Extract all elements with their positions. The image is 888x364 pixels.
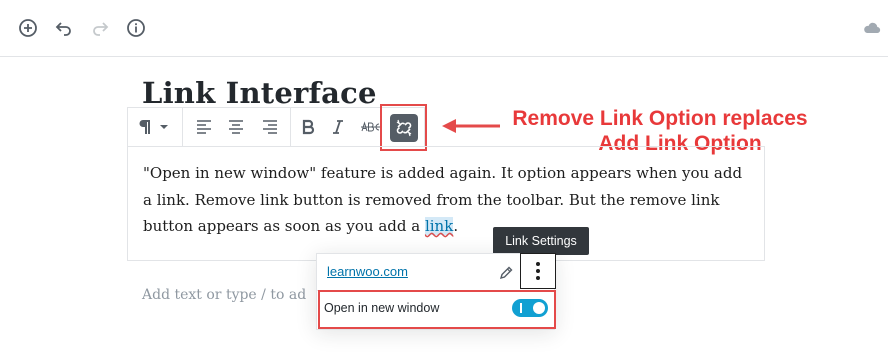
undo-icon[interactable] [52,16,76,40]
toggle-on-mark [520,303,522,313]
toolbar-divider [290,108,291,146]
post-title[interactable]: Link Interface [142,76,377,110]
open-in-new-window-label: Open in new window [324,301,440,315]
align-right-icon [263,120,277,134]
italic-icon [333,120,343,134]
align-center-button[interactable] [224,108,248,146]
annotation-line-1: Remove Link Option replaces [512,107,808,130]
unlink-icon [396,119,412,137]
new-block-placeholder[interactable]: Add text or type / to ad [142,287,306,303]
link-url[interactable]: learnwoo.com [327,264,408,279]
pencil-icon [499,266,513,280]
toolbar-divider [182,108,183,146]
add-block-icon[interactable] [16,16,40,40]
chevron-down-icon [160,125,168,129]
redo-icon[interactable] [88,16,112,40]
bold-icon [302,119,315,135]
editor-top-bar [0,0,888,57]
align-right-button[interactable] [258,108,282,146]
edit-link-button[interactable] [495,262,517,284]
link-settings-tooltip: Link Settings [493,227,589,255]
bold-button[interactable] [296,108,320,146]
toggle-knob [533,302,545,314]
more-vertical-icon [536,262,540,280]
link-settings-button[interactable] [520,253,556,289]
block-type-switcher[interactable] [130,108,178,146]
strikethrough-icon [361,121,381,132]
paragraph-text-after-link: . [453,217,459,235]
align-left-button[interactable] [192,108,216,146]
remove-link-button[interactable] [390,114,418,142]
paragraph-text[interactable]: "Open in new window" feature is added ag… [143,160,751,240]
align-center-icon [229,120,243,134]
cloud-icon [860,16,884,40]
inline-link[interactable]: link [424,217,454,235]
align-left-icon [197,120,211,134]
paragraph-icon [139,120,168,134]
paragraph-block[interactable]: "Open in new window" feature is added ag… [127,146,765,261]
open-in-new-window-toggle[interactable] [512,299,548,317]
info-icon[interactable] [124,16,148,40]
italic-button[interactable] [326,108,350,146]
annotation-arrow-icon [442,119,500,133]
